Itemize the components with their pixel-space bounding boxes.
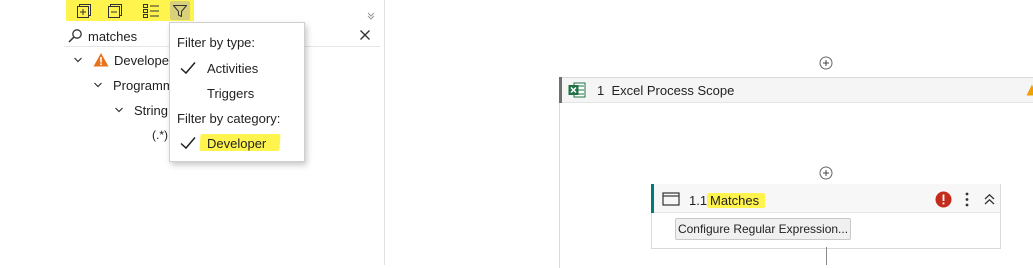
collapse-all-button[interactable] <box>105 1 125 20</box>
chevron-down-icon[interactable] <box>114 105 124 115</box>
excel-icon <box>568 82 586 98</box>
search-icon <box>68 29 82 43</box>
flow-connector <box>826 247 827 265</box>
chevron-down-icon[interactable] <box>366 10 376 20</box>
filter-option-label: Developer <box>207 136 267 151</box>
filter-by-category-heading: Filter by category: <box>177 111 281 126</box>
collapse-all-icon <box>108 3 122 18</box>
scope-title: 1 Excel Process Scope <box>597 83 734 98</box>
tree-item-label: String <box>134 102 168 118</box>
close-icon[interactable] <box>358 28 372 42</box>
scope-index: 1 <box>597 83 605 98</box>
configure-regular-expression-button[interactable]: Configure Regular Expression... <box>675 218 851 240</box>
filter-option-label: Activities <box>207 61 259 76</box>
add-activity-button[interactable] <box>819 166 833 180</box>
collapse-icon[interactable] <box>983 193 996 206</box>
tree-item-programming[interactable]: Programm <box>93 75 174 95</box>
chevron-down-icon[interactable] <box>93 80 103 90</box>
filter-button[interactable] <box>170 1 190 20</box>
more-options-icon[interactable] <box>962 191 972 208</box>
filter-option-developer[interactable]: Developer <box>177 133 297 153</box>
matches-accent-bar <box>651 184 654 213</box>
list-view-icon <box>143 3 159 18</box>
add-activity-button[interactable] <box>819 56 833 70</box>
filter-popup: Filter by type: Activities Triggers Filt… <box>169 22 305 162</box>
tree-item-developer[interactable]: Developer <box>73 50 173 70</box>
filter-option-label: Triggers <box>207 86 255 101</box>
filter-by-type-heading: Filter by type: <box>177 35 256 50</box>
filter-icon <box>173 4 187 17</box>
matches-title: Matches <box>710 193 760 208</box>
checkmark-icon <box>180 62 196 75</box>
filter-option-activities[interactable]: Activities <box>177 58 297 78</box>
filter-option-triggers[interactable]: Triggers <box>177 83 297 103</box>
scope-accent-bar <box>559 77 562 103</box>
warning-icon[interactable] <box>1026 84 1033 96</box>
activity-window-icon <box>662 192 680 206</box>
tree-item-label: Programm <box>113 77 174 93</box>
tree-item-matches-activity[interactable]: (.*) <box>152 125 168 145</box>
chevron-down-icon[interactable] <box>73 55 83 65</box>
expand-all-icon <box>77 3 91 18</box>
list-view-button[interactable] <box>141 1 161 20</box>
scope-title-text: Excel Process Scope <box>611 83 735 98</box>
matches-index: 1.1 <box>689 193 708 208</box>
warning-icon <box>93 53 109 67</box>
tree-item-label: Developer <box>114 52 174 68</box>
expand-all-button[interactable] <box>74 1 94 20</box>
error-icon[interactable] <box>935 191 952 208</box>
tree-item-string[interactable]: String <box>114 100 168 120</box>
checkmark-icon <box>180 137 196 150</box>
regex-activity-icon: (.*) <box>152 128 168 142</box>
